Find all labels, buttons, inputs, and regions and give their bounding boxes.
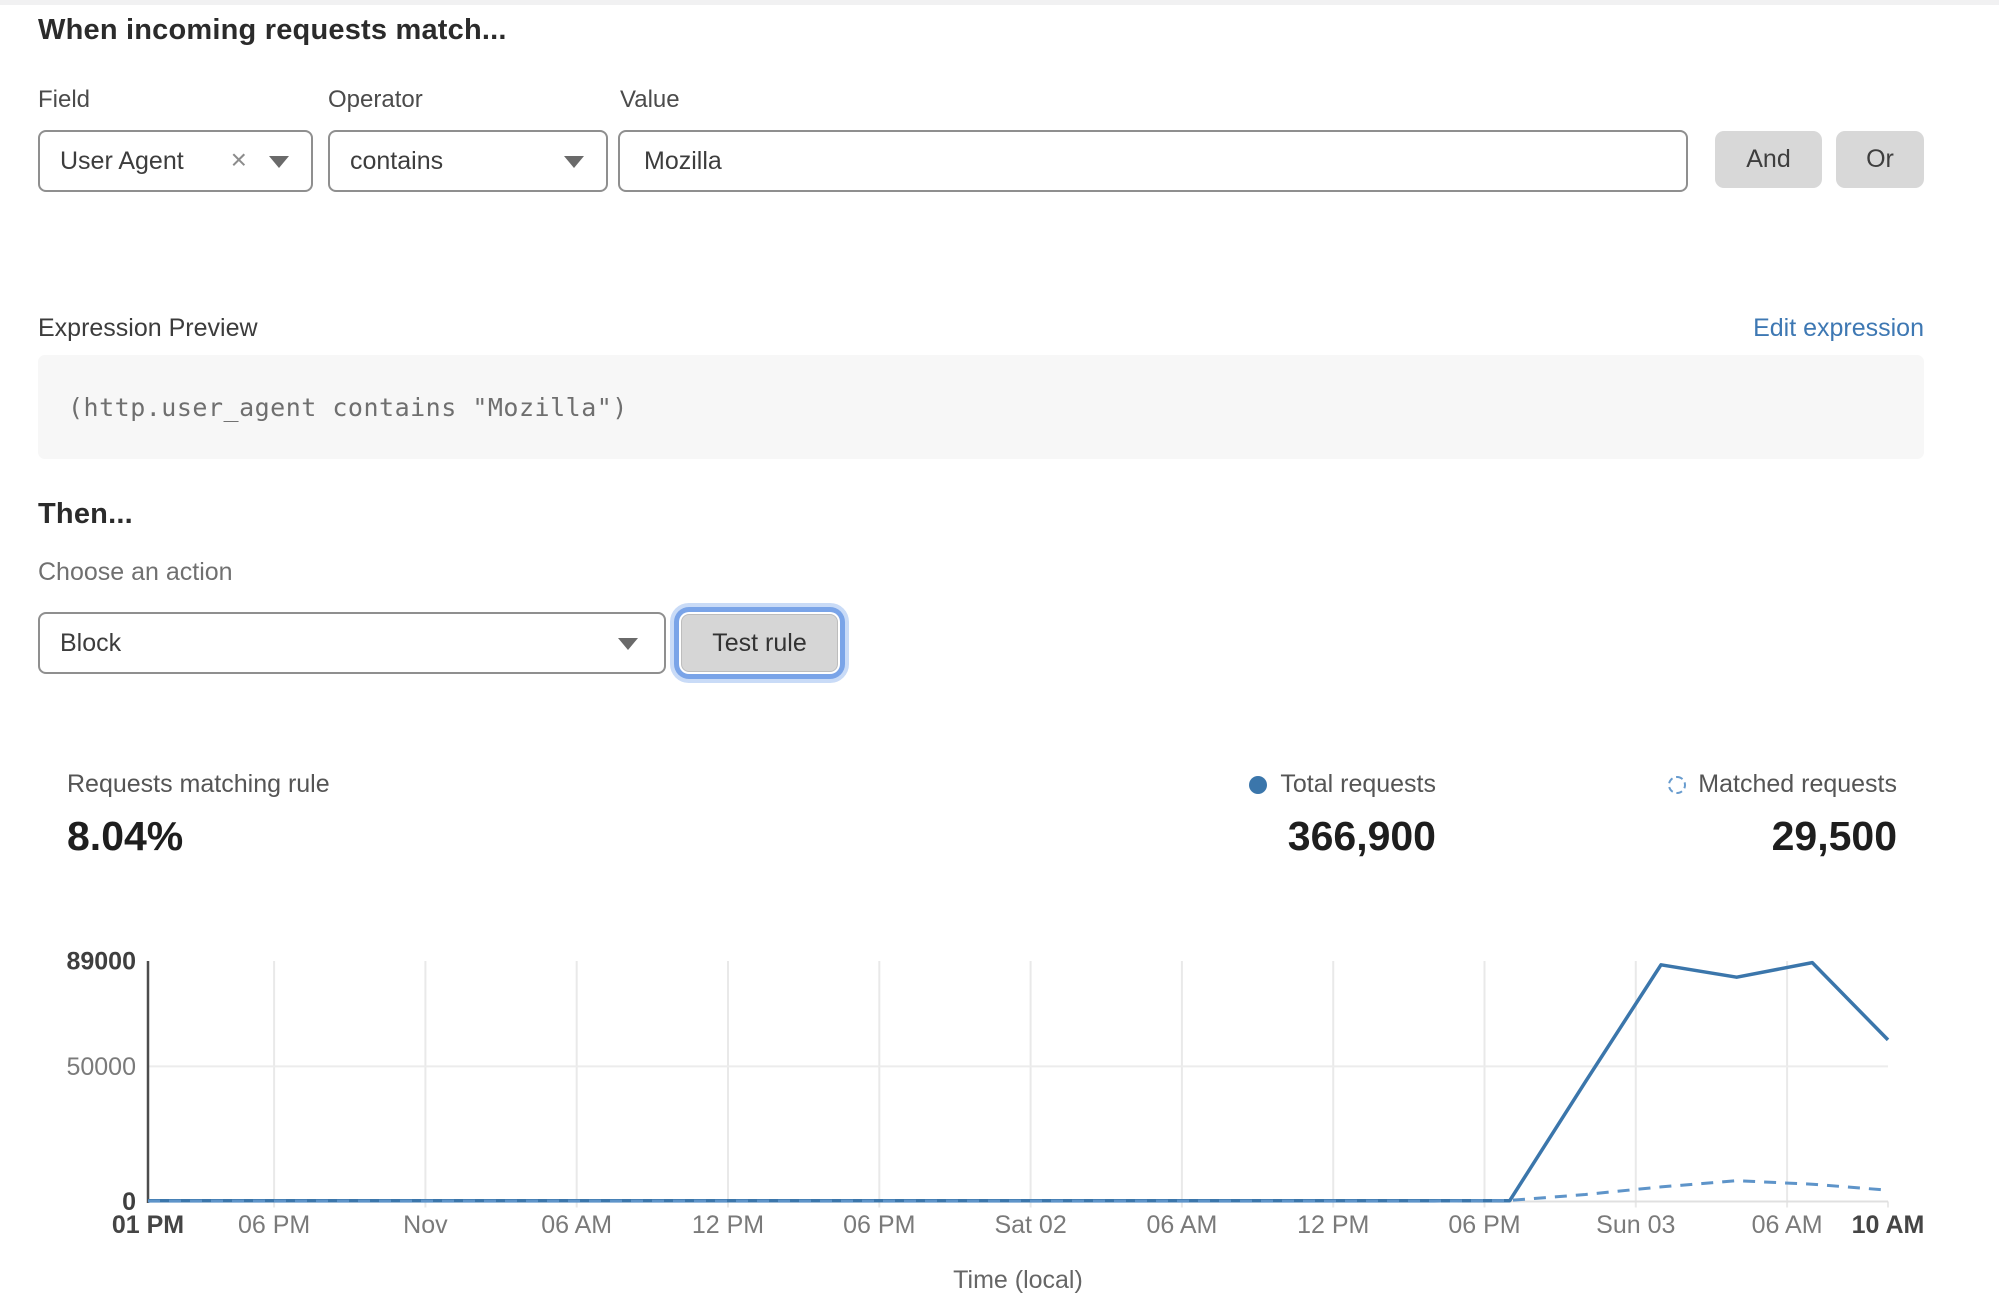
clear-icon[interactable]: × (231, 146, 247, 174)
expression-code: (http.user_agent contains "Mozilla") (68, 393, 628, 422)
action-select[interactable]: Block (38, 612, 666, 674)
x-tick-label: 06 AM (1752, 1211, 1823, 1239)
firewall-rule-editor: When incoming requests match... Field Op… (0, 0, 1999, 1295)
x-tick-label: 06 AM (1146, 1211, 1217, 1239)
x-tick-label: Nov (403, 1211, 448, 1239)
x-tick-label: 06 PM (843, 1211, 915, 1239)
requests-chart-wrap: 0500008900001 PM06 PMNov06 AM12 PM06 PMS… (0, 940, 1999, 1295)
chevron-down-icon (564, 156, 584, 168)
operator-select[interactable]: contains (328, 130, 608, 192)
x-tick-label: 06 PM (1448, 1211, 1520, 1239)
chevron-down-icon (618, 638, 638, 650)
and-button[interactable]: And (1715, 131, 1822, 188)
field-label: Field (38, 86, 90, 114)
then-heading: Then... (38, 498, 133, 531)
or-button[interactable]: Or (1836, 131, 1924, 188)
field-select[interactable]: User Agent × (38, 130, 313, 192)
y-tick-label: 89000 (66, 948, 136, 976)
x-tick-label: 06 AM (541, 1211, 612, 1239)
top-scroll-edge (0, 0, 1999, 5)
choose-action-label: Choose an action (38, 558, 233, 587)
requests-chart: 0500008900001 PM06 PMNov06 AM12 PM06 PMS… (0, 940, 1999, 1295)
requests-matching-label: Requests matching rule (67, 770, 330, 799)
total-requests-stat: Total requests 366,900 (1249, 770, 1436, 860)
requests-matching-stat: Requests matching rule 8.04% (67, 770, 330, 860)
expression-preview-box: (http.user_agent contains "Mozilla") (38, 355, 1924, 459)
operator-select-value: contains (350, 147, 443, 176)
series-line-solid (148, 963, 1888, 1201)
matched-requests-label: Matched requests (1698, 770, 1897, 799)
value-label: Value (620, 86, 680, 114)
expression-preview-label: Expression Preview (38, 314, 258, 343)
action-select-value: Block (60, 629, 121, 658)
edit-expression-link[interactable]: Edit expression (1753, 314, 1924, 343)
match-heading: When incoming requests match... (38, 14, 507, 47)
x-tick-label: 01 PM (112, 1211, 184, 1239)
total-requests-label: Total requests (1280, 770, 1436, 799)
x-tick-label: Sun 03 (1596, 1211, 1675, 1239)
matched-requests-value: 29,500 (1772, 813, 1897, 860)
matched-requests-stat: Matched requests 29,500 (1668, 770, 1897, 860)
x-tick-label: 12 PM (692, 1211, 764, 1239)
x-tick-label: Sat 02 (994, 1211, 1066, 1239)
x-tick-label: 12 PM (1297, 1211, 1369, 1239)
chevron-down-icon (269, 156, 289, 168)
value-input[interactable] (642, 146, 1664, 177)
x-axis-title: Time (local) (953, 1266, 1083, 1294)
x-tick-label: 06 PM (238, 1211, 310, 1239)
field-select-value: User Agent (60, 147, 184, 176)
total-requests-value: 366,900 (1288, 813, 1436, 860)
series-line-dashed (148, 1181, 1888, 1201)
x-tick-label: 10 AM (1852, 1211, 1925, 1239)
value-input-wrap (618, 130, 1688, 192)
dashed-circle-legend-icon (1668, 776, 1686, 794)
solid-dot-legend-icon (1249, 776, 1267, 794)
requests-matching-value: 8.04% (67, 813, 330, 860)
test-rule-button[interactable]: Test rule (681, 614, 838, 672)
operator-label: Operator (328, 86, 423, 114)
y-tick-label: 50000 (66, 1053, 136, 1081)
